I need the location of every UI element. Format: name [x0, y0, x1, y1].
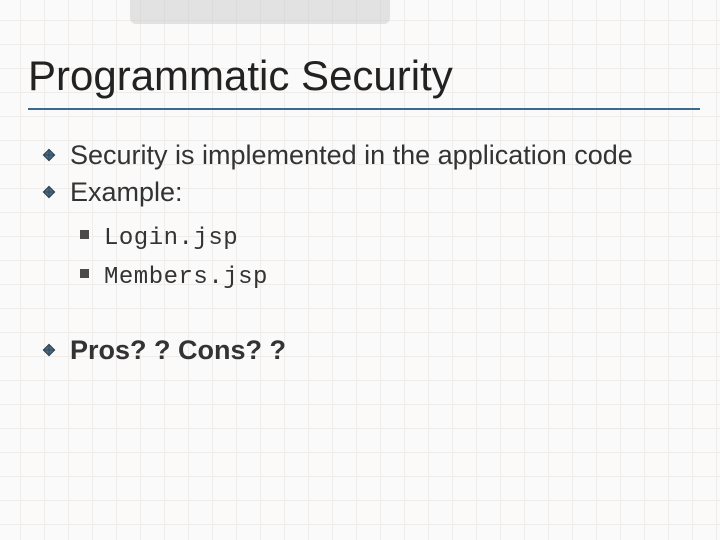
- sub-list: Login.jsp Members.jsp: [70, 210, 700, 296]
- bullet-item-2: Example: Login.jsp Members.jsp: [70, 175, 700, 296]
- title-underline: [28, 108, 700, 110]
- sub-text-2: Members.jsp: [104, 264, 268, 291]
- bullet-text-3: Pros? ? Cons? ?: [70, 335, 286, 365]
- square-bullet-icon: [80, 269, 89, 278]
- bullet-item-1: Security is implemented in the applicati…: [70, 138, 700, 173]
- diamond-bullet-icon: [42, 185, 56, 199]
- diamond-bullet-icon: [42, 148, 56, 162]
- bullet-text-2: Example:: [70, 177, 183, 207]
- sub-item-2: Members.jsp: [104, 257, 700, 296]
- slide-title: Programmatic Security: [28, 52, 700, 100]
- bullet-text-1: Security is implemented in the applicati…: [70, 140, 633, 170]
- square-bullet-icon: [80, 230, 89, 239]
- bullet-list: Security is implemented in the applicati…: [28, 138, 700, 368]
- spacer: [70, 299, 700, 331]
- sub-text-1: Login.jsp: [104, 225, 238, 252]
- diamond-bullet-icon: [42, 343, 56, 357]
- slide-content: Programmatic Security Security is implem…: [28, 52, 700, 520]
- sub-item-1: Login.jsp: [104, 218, 700, 257]
- bullet-item-3: Pros? ? Cons? ?: [70, 333, 700, 368]
- top-tab-placeholder: [130, 0, 390, 24]
